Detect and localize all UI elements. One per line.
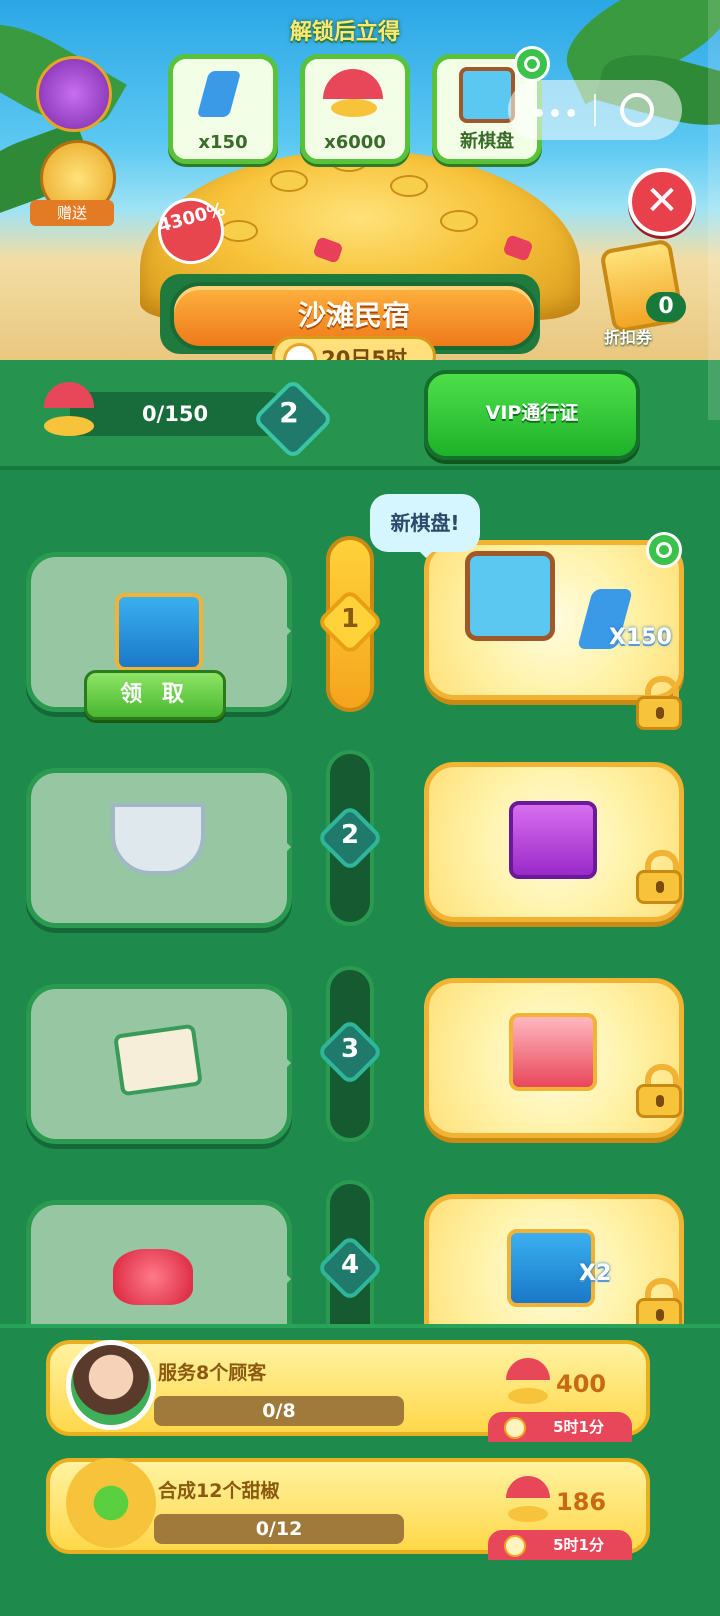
- umbrella-base: [508, 1506, 548, 1522]
- level-diamond: 2: [251, 377, 335, 461]
- gift-label[interactable]: 赠送: [30, 200, 114, 226]
- level-number: 1: [340, 604, 360, 634]
- level-node-4: 4: [316, 1234, 384, 1302]
- coin-icon: [390, 175, 428, 197]
- chest-badge-icon[interactable]: [36, 56, 112, 132]
- lock-body: [636, 870, 682, 904]
- board-icon: [459, 67, 515, 123]
- lock-body: [636, 1084, 682, 1118]
- unlock-reward-umbrella: x6000: [300, 54, 410, 164]
- reward-label: x6000: [324, 132, 386, 153]
- clock-icon: [504, 1417, 526, 1439]
- umbrella-coin-icon: [40, 382, 98, 440]
- umbrella-base: [508, 1388, 548, 1404]
- level-number: 4: [340, 1250, 360, 1280]
- close-mini-icon[interactable]: [620, 93, 654, 127]
- coupon-label: 折扣券: [604, 328, 653, 347]
- claim-button[interactable]: 领 取: [84, 670, 226, 720]
- level-node-3: 3: [316, 1018, 384, 1086]
- free-reward-card-3[interactable]: [26, 984, 292, 1144]
- free-reward-card-2[interactable]: [26, 768, 292, 928]
- magnifier-icon[interactable]: [646, 532, 682, 568]
- timer-text: 5时1分: [553, 1418, 604, 1436]
- unlock-reward-lightning: x150: [168, 54, 278, 164]
- task-progress: 0/8: [154, 1396, 404, 1426]
- board-icon: [465, 551, 555, 641]
- new-board-bubble: 新棋盘!: [370, 494, 480, 558]
- vip-pass-button[interactable]: VIP通行证: [424, 370, 640, 460]
- umbrella-coin-icon: [506, 1358, 550, 1406]
- more-icon[interactable]: •••: [532, 102, 580, 127]
- ruby-gems-icon: [113, 1249, 193, 1305]
- clock-icon: [504, 1535, 526, 1557]
- timer-text: 5时1分: [553, 1536, 604, 1554]
- lock-body: [636, 696, 682, 730]
- umbrella-top: [506, 1358, 550, 1380]
- customer-avatar: [66, 1340, 156, 1430]
- purple-chest-icon: [509, 801, 597, 879]
- lightning-icon: [196, 71, 242, 117]
- lock-hole: [656, 1309, 664, 1321]
- magnifier-icon[interactable]: [514, 46, 550, 82]
- reward-multiplier: X150: [609, 625, 672, 650]
- coin-base-icon: [331, 99, 377, 117]
- unlock-hint: 解锁后立得: [290, 20, 401, 45]
- coupon-count: 0: [646, 292, 686, 322]
- fried-rice-icon: [113, 1023, 203, 1097]
- scrollbar[interactable]: [708, 0, 720, 420]
- lock-hole: [656, 881, 664, 893]
- reward-label: x150: [198, 132, 248, 153]
- umbrella-top: [44, 382, 94, 408]
- mystery-chest-icon: [509, 1013, 597, 1091]
- close-button[interactable]: ✕: [628, 168, 696, 236]
- mini-program-capsule: •••: [508, 80, 682, 140]
- lock-icon: [636, 676, 682, 730]
- task-reward: 186: [556, 1488, 607, 1516]
- task-reward: 400: [556, 1370, 607, 1398]
- level-number: 2: [279, 396, 299, 429]
- blue-chest-icon: [115, 593, 203, 671]
- task-card-1[interactable]: 服务8个顾客 0/8 400 5时1分: [46, 1340, 650, 1442]
- level-number: 3: [340, 1034, 360, 1064]
- task-card-2[interactable]: 合成12个甜椒 0/12 186 5时1分: [46, 1458, 650, 1560]
- umbrella-base: [44, 416, 94, 436]
- coin-icon: [270, 170, 308, 192]
- level-number: 2: [340, 820, 360, 850]
- task-title: 合成12个甜椒: [158, 1480, 280, 1502]
- coupon-widget[interactable]: 0 折扣券: [594, 238, 690, 347]
- pepper-icon: [66, 1458, 156, 1548]
- corn-soup-icon: [111, 803, 205, 875]
- reward-multiplier: X2: [579, 1261, 612, 1286]
- umbrella-coin-icon: [323, 69, 383, 99]
- task-title: 服务8个顾客: [158, 1362, 267, 1384]
- level-node-1: 1: [316, 588, 384, 656]
- task-progress: 0/12: [154, 1514, 404, 1544]
- task-timer: 5时1分: [488, 1412, 632, 1442]
- coin-icon: [440, 210, 478, 232]
- task-timer: 5时1分: [488, 1530, 632, 1560]
- umbrella-coin-icon: [506, 1476, 550, 1524]
- lock-icon: [636, 1064, 682, 1118]
- progress-bar: 0/150: [70, 392, 280, 436]
- capsule-divider: [594, 94, 596, 126]
- level-node-2: 2: [316, 804, 384, 872]
- coin-icon: [220, 220, 258, 242]
- umbrella-top: [506, 1476, 550, 1498]
- lock-hole: [656, 1095, 664, 1107]
- lock-icon: [636, 850, 682, 904]
- lock-hole: [656, 707, 664, 719]
- divider: [0, 466, 720, 470]
